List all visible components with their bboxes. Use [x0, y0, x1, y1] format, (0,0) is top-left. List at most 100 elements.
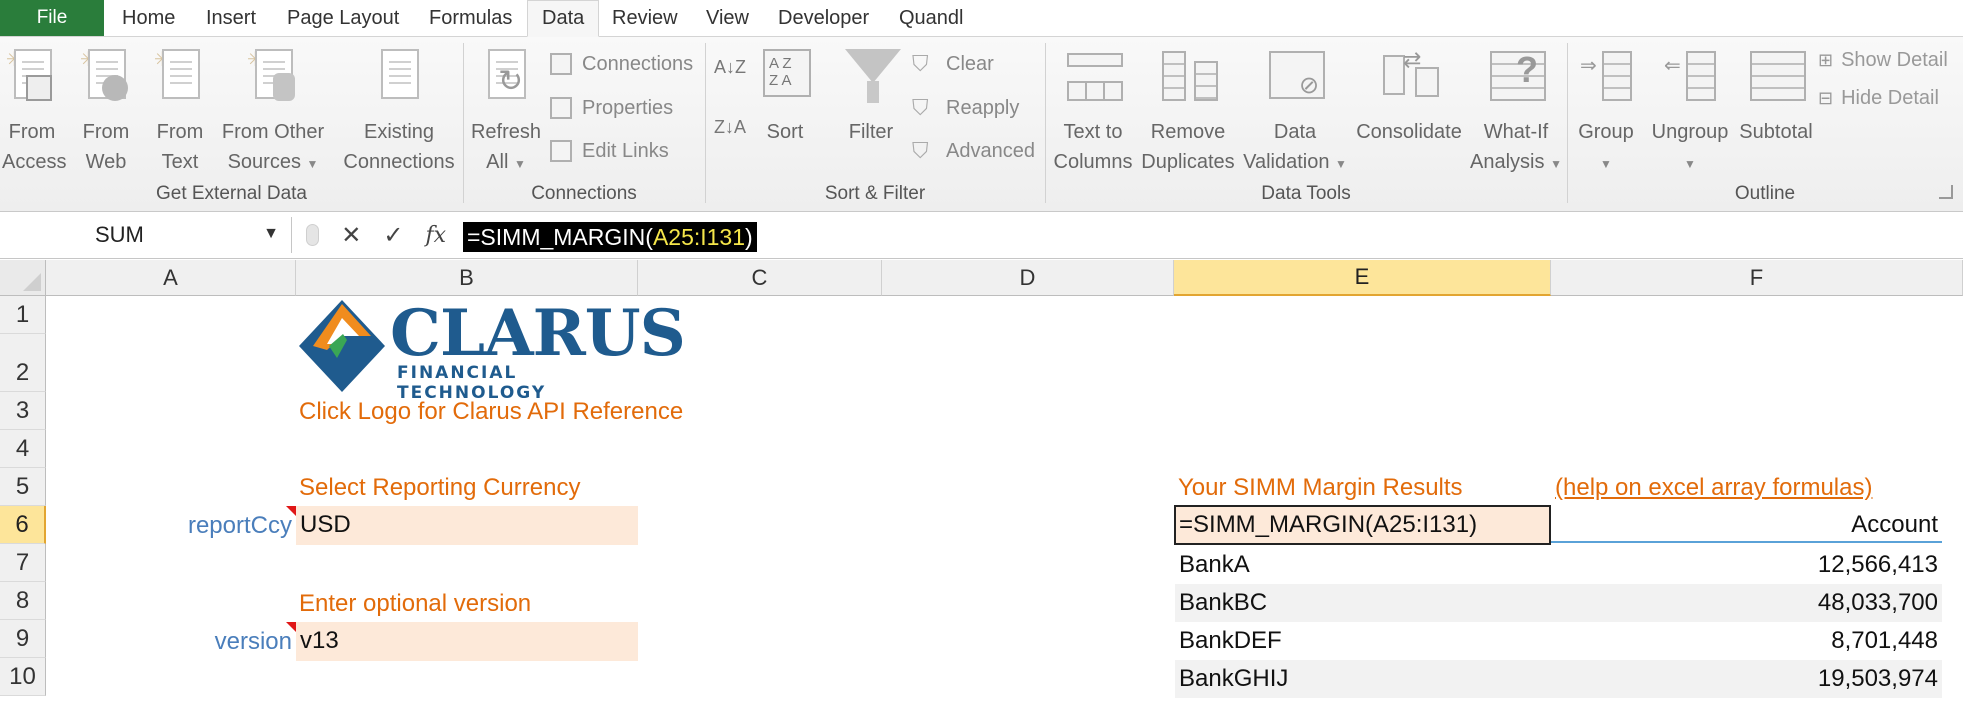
row-header-9[interactable]: 9 [0, 620, 46, 658]
column-header-e[interactable]: E [1174, 260, 1551, 296]
row-header-3[interactable]: 3 [0, 392, 46, 430]
refresh-all-button[interactable]: ↻ Refresh All ▼ [468, 45, 544, 179]
report-ccy-input[interactable]: USD [296, 506, 638, 546]
help-array-formulas-link[interactable]: (help on excel array formulas) [1555, 469, 1872, 507]
active-cell-e6[interactable]: =SIMM_MARGIN(A25:I131) [1174, 505, 1551, 545]
enter-icon[interactable]: ✓ [383, 221, 403, 250]
reapply-button[interactable]: ⛉ Reapply [912, 95, 1019, 121]
edit-links-icon [548, 138, 574, 164]
group-label-outline: Outline [1734, 183, 1796, 204]
ribbon: ✳ From Access ✳ From Web ✳ From Text ✳ F… [0, 37, 1963, 212]
row-header-4[interactable]: 4 [0, 430, 46, 468]
column-header-c[interactable]: C [638, 260, 882, 296]
clarus-logo-mark-icon [299, 300, 385, 392]
comment-indicator-icon[interactable] [286, 622, 296, 632]
properties-icon [548, 95, 574, 121]
chevron-down-icon: ▼ [1550, 157, 1562, 171]
remove-duplicates-icon [1162, 45, 1218, 111]
table-row[interactable]: BankA 12,566,413 [1175, 546, 1942, 584]
row-header-7[interactable]: 7 [0, 544, 46, 582]
existing-connections-button[interactable]: Existing Connections [340, 45, 458, 177]
sort-ascending-icon: A↓Z [714, 57, 747, 77]
row-header-1[interactable]: 1 [0, 296, 46, 334]
data-validation-button[interactable]: ⊘ Data Validation ▼ [1240, 45, 1350, 179]
sort-descending-icon: Z↓A [714, 117, 747, 137]
tab-view[interactable]: View [692, 0, 763, 37]
account-name: BankA [1179, 551, 1250, 578]
refresh-icon: ↻ [480, 45, 532, 111]
chevron-down-icon[interactable]: ▼ [263, 225, 279, 243]
clarus-logo[interactable]: CLARUS FINANCIAL TECHNOLOGY [299, 298, 686, 403]
from-web-button[interactable]: ✳ From Web [76, 45, 136, 177]
text-to-columns-button[interactable]: Text to Columns [1050, 45, 1136, 177]
connections-button[interactable]: Connections [548, 51, 693, 77]
account-name: BankGHIJ [1179, 665, 1289, 692]
chevron-down-icon: ▼ [1684, 157, 1696, 171]
from-access-button[interactable]: ✳ From Access [2, 45, 66, 177]
account-header-cell[interactable]: Account [1551, 507, 1942, 543]
what-if-analysis-button[interactable]: ? What-If Analysis ▼ [1468, 45, 1564, 179]
account-value: 48,033,700 [1817, 589, 1938, 616]
account-value: 12,566,413 [1817, 551, 1938, 578]
tab-review[interactable]: Review [598, 0, 692, 37]
tab-developer[interactable]: Developer [764, 0, 883, 37]
row-header-6[interactable]: 6 [0, 506, 46, 544]
group-label-data-tools: Data Tools [1261, 183, 1351, 204]
chevron-down-icon: ▼ [513, 157, 526, 171]
consolidate-icon: ⇄ [1383, 45, 1439, 111]
from-other-sources-button[interactable]: ✳ From Other Sources ▼ [218, 45, 328, 179]
column-header-a[interactable]: A [46, 260, 296, 296]
ungroup-button[interactable]: ⇐ Ungroup ▼ [1644, 45, 1736, 179]
properties-button[interactable]: Properties [548, 95, 673, 121]
row-header-10[interactable]: 10 [0, 658, 46, 696]
subtotal-button[interactable]: Subtotal [1736, 45, 1816, 147]
name-box[interactable]: SUM ▼ [0, 217, 292, 253]
tab-file[interactable]: File [0, 0, 104, 36]
version-name: version [214, 628, 292, 655]
sort-descending-button[interactable]: Z↓A [714, 117, 746, 138]
clear-filter-button[interactable]: ⛉ Clear [912, 51, 994, 77]
other-sources-icon: ✳ [247, 45, 299, 111]
formula-input[interactable]: =SIMM_MARGIN(A25:I131) [463, 222, 757, 252]
ribbon-tab-bar: File Home Insert Page Layout Formulas Da… [0, 0, 1963, 37]
account-value: 8,701,448 [1831, 627, 1938, 654]
column-header-b[interactable]: B [296, 260, 638, 296]
table-row[interactable]: BankGHIJ 19,503,974 [1175, 660, 1942, 698]
tab-quandl[interactable]: Quandl [885, 0, 978, 37]
version-input[interactable]: v13 [296, 622, 638, 662]
show-detail-button[interactable]: ⊞ Show Detail [1818, 49, 1948, 72]
dialog-launcher-icon[interactable] [1939, 185, 1953, 199]
tab-home[interactable]: Home [108, 0, 189, 37]
hide-detail-icon: ⊟ [1818, 88, 1834, 108]
tab-data[interactable]: Data [527, 0, 600, 37]
select-all-button[interactable] [0, 260, 46, 296]
hide-detail-button[interactable]: ⊟ Hide Detail [1818, 87, 1939, 110]
row-header-2[interactable]: 2 [0, 334, 46, 392]
text-to-columns-icon [1067, 45, 1123, 111]
sort-button[interactable]: A ZZ A Sort [752, 45, 818, 147]
tab-formulas[interactable]: Formulas [415, 0, 526, 37]
table-row[interactable]: BankDEF 8,701,448 [1175, 622, 1942, 660]
cancel-icon[interactable]: ✕ [341, 221, 361, 250]
advanced-filter-button[interactable]: ⛉ Advanced [912, 138, 1035, 164]
remove-duplicates-button[interactable]: Remove Duplicates [1138, 45, 1238, 177]
formula-bar-grip-icon[interactable] [306, 224, 320, 246]
filter-button[interactable]: Filter [836, 45, 906, 147]
comment-indicator-icon[interactable] [286, 506, 296, 516]
from-text-button[interactable]: ✳ From Text [150, 45, 210, 177]
tab-insert[interactable]: Insert [192, 0, 270, 37]
column-header-d[interactable]: D [882, 260, 1174, 296]
consolidate-button[interactable]: ⇄ Consolidate [1352, 45, 1466, 147]
sort-ascending-button[interactable]: A↓Z [714, 57, 746, 78]
table-row[interactable]: BankBC 48,033,700 [1175, 584, 1942, 622]
tab-page-layout[interactable]: Page Layout [273, 0, 413, 37]
group-button[interactable]: ⇒ Group ▼ [1572, 45, 1640, 179]
row-header-8[interactable]: 8 [0, 582, 46, 620]
edit-links-button[interactable]: Edit Links [548, 138, 669, 164]
chevron-down-icon: ▼ [306, 157, 319, 171]
chevron-down-icon: ▼ [1335, 157, 1347, 171]
insert-function-icon[interactable]: fx [425, 223, 446, 248]
row-header-5[interactable]: 5 [0, 468, 46, 506]
column-header-f[interactable]: F [1551, 260, 1963, 296]
results-title: Your SIMM Margin Results [1178, 474, 1463, 501]
